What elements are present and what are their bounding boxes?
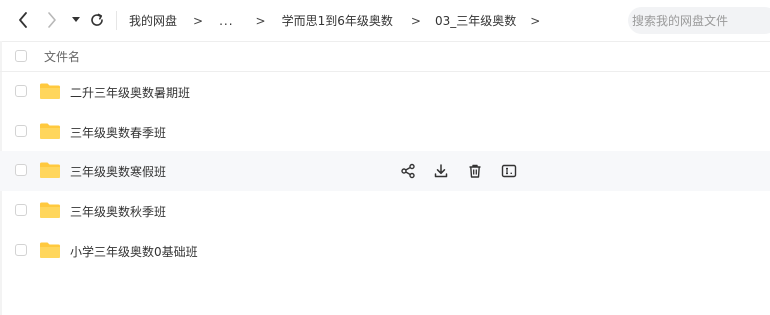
list-item[interactable]: 三年级奥数秋季班 <box>0 191 770 231</box>
column-header-filename[interactable]: 文件名 <box>44 48 80 65</box>
list-item[interactable]: 二升三年级奥数暑期班 <box>0 72 770 112</box>
breadcrumb-item-1[interactable]: 学而思1到6年级奥数 <box>282 12 393 29</box>
row-checkbox[interactable] <box>15 244 27 256</box>
select-all-checkbox[interactable] <box>15 50 27 62</box>
search-input[interactable] <box>632 13 770 28</box>
refresh-icon[interactable] <box>88 10 106 30</box>
chevron-left-icon[interactable] <box>14 10 32 30</box>
list-item[interactable]: 三年级奥数春季班 <box>0 112 770 152</box>
delete-icon[interactable] <box>466 162 484 180</box>
folder-icon <box>40 83 60 99</box>
row-checkbox[interactable] <box>15 125 27 137</box>
chevron-right-icon[interactable] <box>43 10 61 30</box>
breadcrumb-ellipsis[interactable]: ... <box>219 14 233 28</box>
breadcrumb-item-2[interactable]: 03_三年级奥数 <box>435 12 516 29</box>
search-box <box>628 7 770 34</box>
caret-down-icon[interactable] <box>70 10 82 30</box>
file-name[interactable]: 小学三年级奥数0基础班 <box>70 243 198 260</box>
breadcrumb-root[interactable]: 我的网盘 <box>129 12 177 29</box>
file-name[interactable]: 三年级奥数春季班 <box>70 124 166 141</box>
breadcrumb-separator: > <box>410 13 421 28</box>
breadcrumb-trailing-separator[interactable]: > <box>530 14 540 28</box>
folder-icon <box>40 162 60 178</box>
file-name[interactable]: 二升三年级奥数暑期班 <box>70 84 190 101</box>
list-item[interactable]: 三年级奥数寒假班 <box>0 151 770 191</box>
breadcrumb: 我的网盘 > ... > 学而思1到6年级奥数 > 03_三年级奥数 > <box>129 0 556 41</box>
folder-icon <box>40 123 60 139</box>
toolbar-divider <box>116 11 117 30</box>
list-item[interactable]: 小学三年级奥数0基础班 <box>0 231 770 271</box>
list-header: 文件名 <box>0 41 770 71</box>
rename-icon[interactable] <box>500 162 518 180</box>
folder-icon <box>40 202 60 218</box>
share-icon[interactable] <box>399 162 417 180</box>
breadcrumb-separator: > <box>255 13 266 28</box>
download-icon[interactable] <box>432 162 450 180</box>
file-name[interactable]: 三年级奥数寒假班 <box>70 163 166 180</box>
row-checkbox[interactable] <box>15 204 27 216</box>
row-checkbox[interactable] <box>15 85 27 97</box>
file-name[interactable]: 三年级奥数秋季班 <box>70 203 166 220</box>
top-toolbar: 我的网盘 > ... > 学而思1到6年级奥数 > 03_三年级奥数 > <box>0 0 770 41</box>
breadcrumb-separator: > <box>193 13 204 28</box>
folder-icon <box>40 242 60 258</box>
row-checkbox[interactable] <box>15 164 27 176</box>
